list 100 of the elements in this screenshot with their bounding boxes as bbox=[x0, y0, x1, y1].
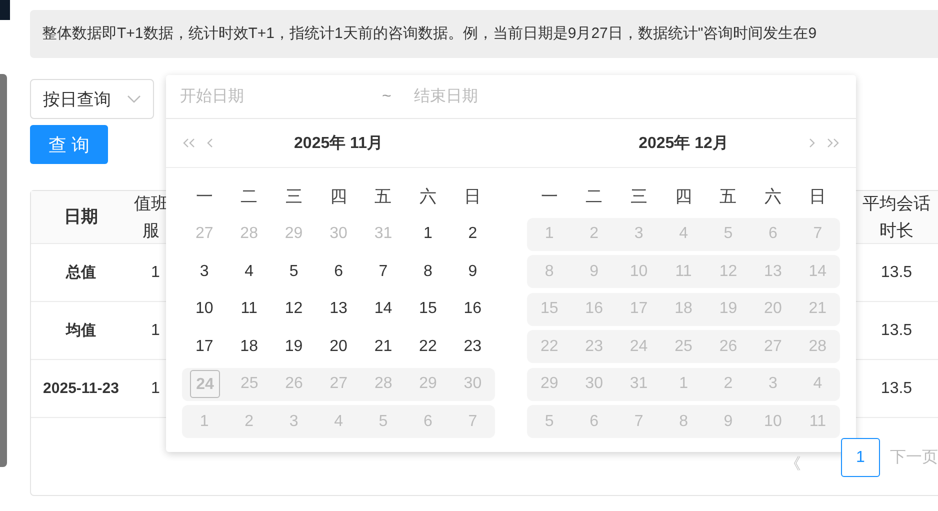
calendar-day[interactable]: 13 bbox=[750, 262, 796, 280]
calendar-day[interactable]: 8 bbox=[406, 262, 450, 280]
calendar-day[interactable]: 27 bbox=[316, 375, 362, 393]
calendar-day[interactable]: 18 bbox=[661, 300, 706, 318]
calendar-day[interactable]: 31 bbox=[360, 225, 406, 243]
calendar-day[interactable]: 5 bbox=[360, 412, 406, 430]
calendar-day[interactable]: 4 bbox=[316, 412, 361, 430]
calendar-day[interactable]: 20 bbox=[750, 300, 796, 318]
calendar-day[interactable]: 22 bbox=[406, 338, 450, 356]
calendar-day[interactable]: 19 bbox=[271, 338, 316, 356]
calendar-day[interactable]: 11 bbox=[661, 262, 706, 280]
calendar-day[interactable]: 27 bbox=[182, 225, 227, 243]
calendar-day[interactable]: 15 bbox=[406, 300, 450, 318]
calendar-day[interactable]: 2 bbox=[706, 375, 751, 393]
calendar-day[interactable]: 3 bbox=[182, 262, 227, 280]
calendar-day[interactable]: 8 bbox=[661, 412, 706, 430]
calendar-day[interactable]: 30 bbox=[316, 225, 361, 243]
calendar-day[interactable]: 30 bbox=[450, 375, 496, 393]
calendar-day[interactable]: 6 bbox=[750, 225, 796, 243]
calendar-day[interactable]: 27 bbox=[750, 338, 796, 356]
calendar-day[interactable]: 19 bbox=[706, 300, 751, 318]
chevron-left-icon[interactable] bbox=[206, 138, 214, 148]
mode-select[interactable]: 按日查询 bbox=[30, 79, 154, 119]
calendar-day[interactable]: 5 bbox=[527, 412, 572, 430]
calendar-day[interactable]: 14 bbox=[360, 300, 406, 318]
calendar-day[interactable]: 1 bbox=[406, 225, 450, 243]
weekday-label: 二 bbox=[584, 186, 604, 208]
calendar-day[interactable]: 9 bbox=[450, 262, 496, 280]
query-button[interactable]: 查 询 bbox=[30, 125, 108, 164]
page-button[interactable]: 1 bbox=[841, 438, 880, 477]
calendar-day[interactable]: 7 bbox=[360, 262, 406, 280]
calendar-day[interactable]: 20 bbox=[316, 338, 361, 356]
calendar-day[interactable]: 5 bbox=[706, 225, 751, 243]
calendar-day[interactable]: 10 bbox=[750, 412, 796, 430]
calendar-day[interactable]: 29 bbox=[527, 375, 572, 393]
calendar-day[interactable]: 25 bbox=[661, 338, 706, 356]
calendar-day[interactable]: 29 bbox=[271, 225, 316, 243]
calendar-day[interactable]: 29 bbox=[406, 375, 450, 393]
calendar-day[interactable]: 17 bbox=[616, 300, 662, 318]
calendar-day[interactable]: 1 bbox=[182, 412, 227, 430]
calendar-day[interactable]: 6 bbox=[572, 412, 616, 430]
calendar-day[interactable]: 26 bbox=[706, 338, 751, 356]
calendar-day[interactable]: 9 bbox=[706, 412, 751, 430]
calendar-day[interactable]: 13 bbox=[316, 300, 361, 318]
table-cell-text: 1 bbox=[150, 320, 161, 340]
prev-page-link[interactable]: 《 bbox=[785, 440, 801, 475]
calendar-day[interactable]: 30 bbox=[572, 375, 616, 393]
calendar-day[interactable]: 23 bbox=[450, 338, 496, 356]
calendar-day[interactable]: 23 bbox=[572, 338, 616, 356]
calendar-day[interactable]: 6 bbox=[316, 262, 361, 280]
calendar-day[interactable]: 2 bbox=[450, 225, 496, 243]
end-date-field[interactable]: 结束日期 bbox=[412, 86, 616, 106]
calendar-day[interactable]: 6 bbox=[406, 412, 450, 430]
calendar-day[interactable]: 9 bbox=[572, 262, 616, 280]
calendar-day[interactable]: 5 bbox=[271, 262, 316, 280]
calendar-day[interactable]: 25 bbox=[227, 375, 272, 393]
start-date-field[interactable]: 开始日期 bbox=[178, 86, 382, 106]
calendar-day[interactable]: 2 bbox=[226, 412, 272, 430]
calendar-day[interactable]: 7 bbox=[450, 412, 496, 430]
calendar-day[interactable]: 3 bbox=[616, 225, 662, 243]
calendar-day[interactable]: 3 bbox=[271, 412, 316, 430]
calendar-day[interactable]: 4 bbox=[226, 262, 272, 280]
calendar-day[interactable]: 18 bbox=[226, 338, 272, 356]
double-chevron-left-icon[interactable] bbox=[182, 138, 196, 148]
calendar-day[interactable]: 28 bbox=[795, 338, 840, 356]
calendar-day[interactable]: 12 bbox=[271, 300, 316, 318]
double-chevron-right-icon[interactable] bbox=[826, 138, 840, 148]
calendar-day[interactable]: 14 bbox=[795, 262, 840, 280]
calendar-day[interactable]: 4 bbox=[795, 375, 840, 393]
calendar-day[interactable]: 3 bbox=[750, 375, 796, 393]
calendar-day[interactable]: 1 bbox=[661, 375, 706, 393]
calendar-day[interactable]: 21 bbox=[795, 300, 840, 318]
calendar-day[interactable]: 1 bbox=[527, 225, 572, 243]
calendar-day[interactable]: 11 bbox=[795, 412, 840, 430]
next-page-link[interactable]: 下一页 bbox=[890, 447, 938, 468]
calendar-day[interactable]: 22 bbox=[527, 338, 572, 356]
calendar-day[interactable]: 7 bbox=[616, 412, 662, 430]
calendar-day[interactable]: 4 bbox=[661, 225, 706, 243]
calendar-day[interactable]: 15 bbox=[527, 300, 572, 318]
table-cell-text: 2025-11-23 bbox=[42, 379, 120, 399]
weekday-label: 一 bbox=[540, 186, 559, 208]
calendar-day[interactable]: 24 bbox=[616, 338, 662, 356]
calendar-day[interactable]: 16 bbox=[572, 300, 616, 318]
calendar-day[interactable]: 2 bbox=[572, 225, 616, 243]
calendar-day[interactable]: 11 bbox=[226, 300, 272, 318]
calendar-day[interactable]: 7 bbox=[795, 225, 840, 243]
calendar-day[interactable]: 28 bbox=[226, 225, 272, 243]
calendar-day[interactable]: 26 bbox=[272, 375, 316, 393]
notice-text: 整体数据即T+1数据，统计时效T+1，指统计1天前的咨询数据。例，当前日期是9月27日，数据统计"咨询时间发生在9 bbox=[30, 10, 938, 58]
calendar-day[interactable]: 17 bbox=[182, 338, 227, 356]
calendar-day[interactable]: 10 bbox=[616, 262, 662, 280]
calendar-day[interactable]: 21 bbox=[360, 338, 406, 356]
calendar-day[interactable]: 28 bbox=[361, 375, 406, 393]
chevron-right-icon[interactable] bbox=[808, 138, 816, 148]
calendar-day[interactable]: 10 bbox=[182, 300, 227, 318]
calendar-day[interactable]: 16 bbox=[450, 300, 496, 318]
calendar-day[interactable]: 31 bbox=[616, 375, 662, 393]
calendar-day[interactable]: 8 bbox=[527, 262, 572, 280]
calendar-day[interactable]: 24 bbox=[190, 370, 220, 398]
calendar-day[interactable]: 12 bbox=[706, 262, 751, 280]
